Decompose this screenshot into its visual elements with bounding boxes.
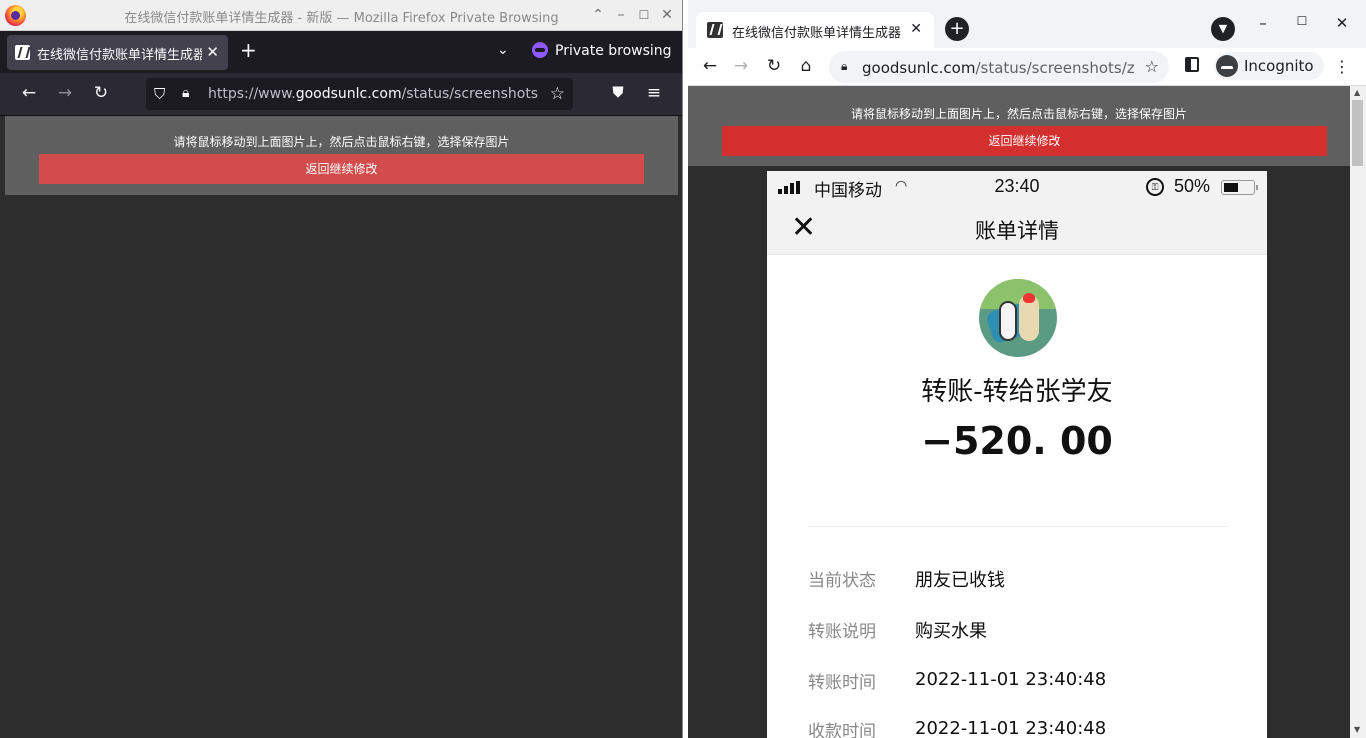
chrome-tabstrip: 在线微信付款账单详情生成器 ✕ + ▼ – ☐ ✕ xyxy=(688,0,1366,48)
maximize-icon[interactable]: ☐ xyxy=(1292,14,1312,28)
list-all-tabs-chevron-down-icon[interactable]: ⌄ xyxy=(497,42,509,58)
reload-icon[interactable]: ↻ xyxy=(90,83,112,103)
firefox-tab-title: 在线微信付款账单详情生成器 xyxy=(37,48,202,63)
firefox-url-text[interactable]: https://www.goodsunlc.com/status/screens… xyxy=(208,86,538,102)
chevron-up-icon[interactable]: ⌃ xyxy=(589,6,607,24)
firefox-tab[interactable]: 在线微信付款账单详情生成器 ✕ xyxy=(7,35,228,70)
row-value-transfer-time: 2022-11-01 23:40:48 xyxy=(915,669,1107,690)
site-favicon-icon xyxy=(15,45,30,60)
transfer-amount: −520. 00 xyxy=(921,419,1113,463)
url-path: /status/screenshots/z... xyxy=(975,59,1134,77)
kebab-menu-icon[interactable]: ⋮ xyxy=(1334,57,1350,76)
back-to-edit-button[interactable]: 返回继续修改 xyxy=(722,126,1327,156)
close-icon[interactable]: ✕ xyxy=(1332,14,1352,32)
url-domain: goodsunlc.com xyxy=(862,59,976,77)
hamburger-menu-icon[interactable]: ≡ xyxy=(643,83,665,103)
home-icon[interactable]: ⌂ xyxy=(795,56,817,76)
reload-icon[interactable]: ↻ xyxy=(763,56,785,76)
private-mask-icon xyxy=(532,42,548,58)
firefox-window-title: 在线微信付款账单详情生成器 - 新版 — Mozilla Firefox Pri… xyxy=(124,11,559,26)
url-domain: goodsunlc.com xyxy=(295,86,402,102)
tab-search-chevron-down-icon[interactable]: ▼ xyxy=(1211,17,1235,41)
site-favicon-icon xyxy=(707,22,723,38)
firefox-navbar: ← → ↻ ⛉ 🔒︎ https://www.goodsunlc.com/sta… xyxy=(0,73,682,116)
chrome-window: 在线微信付款账单详情生成器 ✕ + ▼ – ☐ ✕ ← → ↻ ⌂ 🔒︎ goo… xyxy=(688,0,1366,738)
row-label-transfer-time: 转账时间 xyxy=(808,673,876,693)
new-tab-button[interactable]: + xyxy=(945,17,969,41)
incognito-icon xyxy=(1216,55,1238,77)
scrollbar-thumb[interactable] xyxy=(1352,100,1363,166)
row-label-receive-time: 收款时间 xyxy=(808,722,876,738)
wechat-receipt-image[interactable]: 中国移动 ◠ 23:40 ⚿ 50% ✕ 账单详情 转账-转给张学友 −520.… xyxy=(767,171,1267,738)
receipt-header-title: 账单详情 xyxy=(975,219,1059,243)
scroll-down-arrow-icon[interactable]: ▼ xyxy=(1354,725,1360,734)
firefox-titlebar: 在线微信付款账单详情生成器 - 新版 — Mozilla Firefox Pri… xyxy=(0,0,682,31)
receipt-header: ✕ 账单详情 xyxy=(767,203,1267,255)
save-hint-banner: 请将鼠标移动到上面图片上，然后点击鼠标右键，选择保存图片 返回继续修改 xyxy=(5,116,678,195)
url-prefix: https://www. xyxy=(208,86,296,102)
minimize-icon[interactable]: – xyxy=(1253,14,1273,32)
incognito-label: Incognito xyxy=(1244,57,1314,75)
chrome-tab[interactable]: 在线微信付款账单详情生成器 ✕ xyxy=(696,12,934,48)
row-value-receive-time: 2022-11-01 23:40:48 xyxy=(915,718,1107,738)
forward-arrow-icon[interactable]: → xyxy=(54,83,76,103)
battery-percent: 50% xyxy=(1174,176,1211,196)
transfer-title: 转账-转给张学友 xyxy=(921,377,1113,407)
firefox-window: 在线微信付款账单详情生成器 - 新版 — Mozilla Firefox Pri… xyxy=(0,0,683,738)
private-browsing-label: Private browsing xyxy=(555,43,672,59)
row-value-status: 朋友已收钱 xyxy=(915,570,1005,591)
shield-icon[interactable]: ⛉ xyxy=(154,85,165,103)
close-icon[interactable]: ✕ xyxy=(658,6,676,24)
bookmark-star-icon[interactable]: ☆ xyxy=(550,84,565,104)
avatar xyxy=(979,279,1057,357)
chrome-tab-title: 在线微信付款账单详情生成器 xyxy=(732,26,902,41)
incognito-indicator[interactable]: Incognito xyxy=(1214,52,1324,80)
firefox-page-content: 请将鼠标移动到上面图片上，然后点击鼠标右键，选择保存图片 返回继续修改 xyxy=(5,116,678,733)
bookmark-star-icon[interactable]: ☆ xyxy=(1145,57,1159,76)
battery-icon xyxy=(1221,180,1258,195)
row-label-note: 转账说明 xyxy=(808,622,876,642)
firefox-url-bar[interactable]: ⛉ 🔒︎ https://www.goodsunlc.com/status/sc… xyxy=(146,78,573,110)
phone-status-bar: 中国移动 ◠ 23:40 ⚿ 50% xyxy=(767,171,1267,203)
chrome-omnibox[interactable]: 🔒︎ goodsunlc.com/status/screenshots/z...… xyxy=(829,51,1169,83)
tab-close-icon[interactable]: ✕ xyxy=(206,43,219,61)
save-hint-banner: 请将鼠标移动到上面图片上，然后点击鼠标右键，选择保存图片 返回继续修改 xyxy=(688,86,1350,166)
minimize-icon[interactable]: – xyxy=(612,6,630,24)
tab-close-icon[interactable]: ✕ xyxy=(910,21,922,37)
private-browsing-indicator: Private browsing xyxy=(532,42,672,62)
divider xyxy=(808,526,1228,527)
url-path: /status/screenshots/ xyxy=(401,86,538,102)
save-hint-text: 请将鼠标移动到上面图片上，然后点击鼠标右键，选择保存图片 xyxy=(850,107,1187,121)
pocket-icon[interactable]: ⛊ xyxy=(607,83,629,101)
lock-icon[interactable]: 🔒︎ xyxy=(841,59,847,74)
row-value-note: 购买水果 xyxy=(915,621,987,642)
page-scrollbar[interactable]: ▲ ▼ xyxy=(1350,86,1366,738)
rotation-lock-icon: ⚿ xyxy=(1146,178,1164,196)
back-arrow-icon[interactable]: ← xyxy=(18,83,40,103)
lock-icon[interactable]: 🔒︎ xyxy=(182,85,189,101)
forward-arrow-icon[interactable]: → xyxy=(730,56,752,76)
maximize-icon[interactable]: ☐ xyxy=(635,6,653,24)
row-label-status: 当前状态 xyxy=(808,571,876,591)
save-hint-text: 请将鼠标移动到上面图片上，然后点击鼠标右键，选择保存图片 xyxy=(173,135,510,149)
battery-fill xyxy=(1224,183,1238,192)
side-panel-icon[interactable] xyxy=(1185,57,1199,72)
new-tab-button[interactable]: + xyxy=(240,38,257,62)
scroll-up-arrow-icon[interactable]: ▲ xyxy=(1354,88,1360,97)
chrome-page-content: 请将鼠标移动到上面图片上，然后点击鼠标右键，选择保存图片 返回继续修改 中国移动… xyxy=(688,86,1350,738)
back-arrow-icon[interactable]: ← xyxy=(699,56,721,76)
back-to-edit-button[interactable]: 返回继续修改 xyxy=(39,154,644,184)
chrome-url-text[interactable]: goodsunlc.com/status/screenshots/z... xyxy=(862,59,1134,77)
